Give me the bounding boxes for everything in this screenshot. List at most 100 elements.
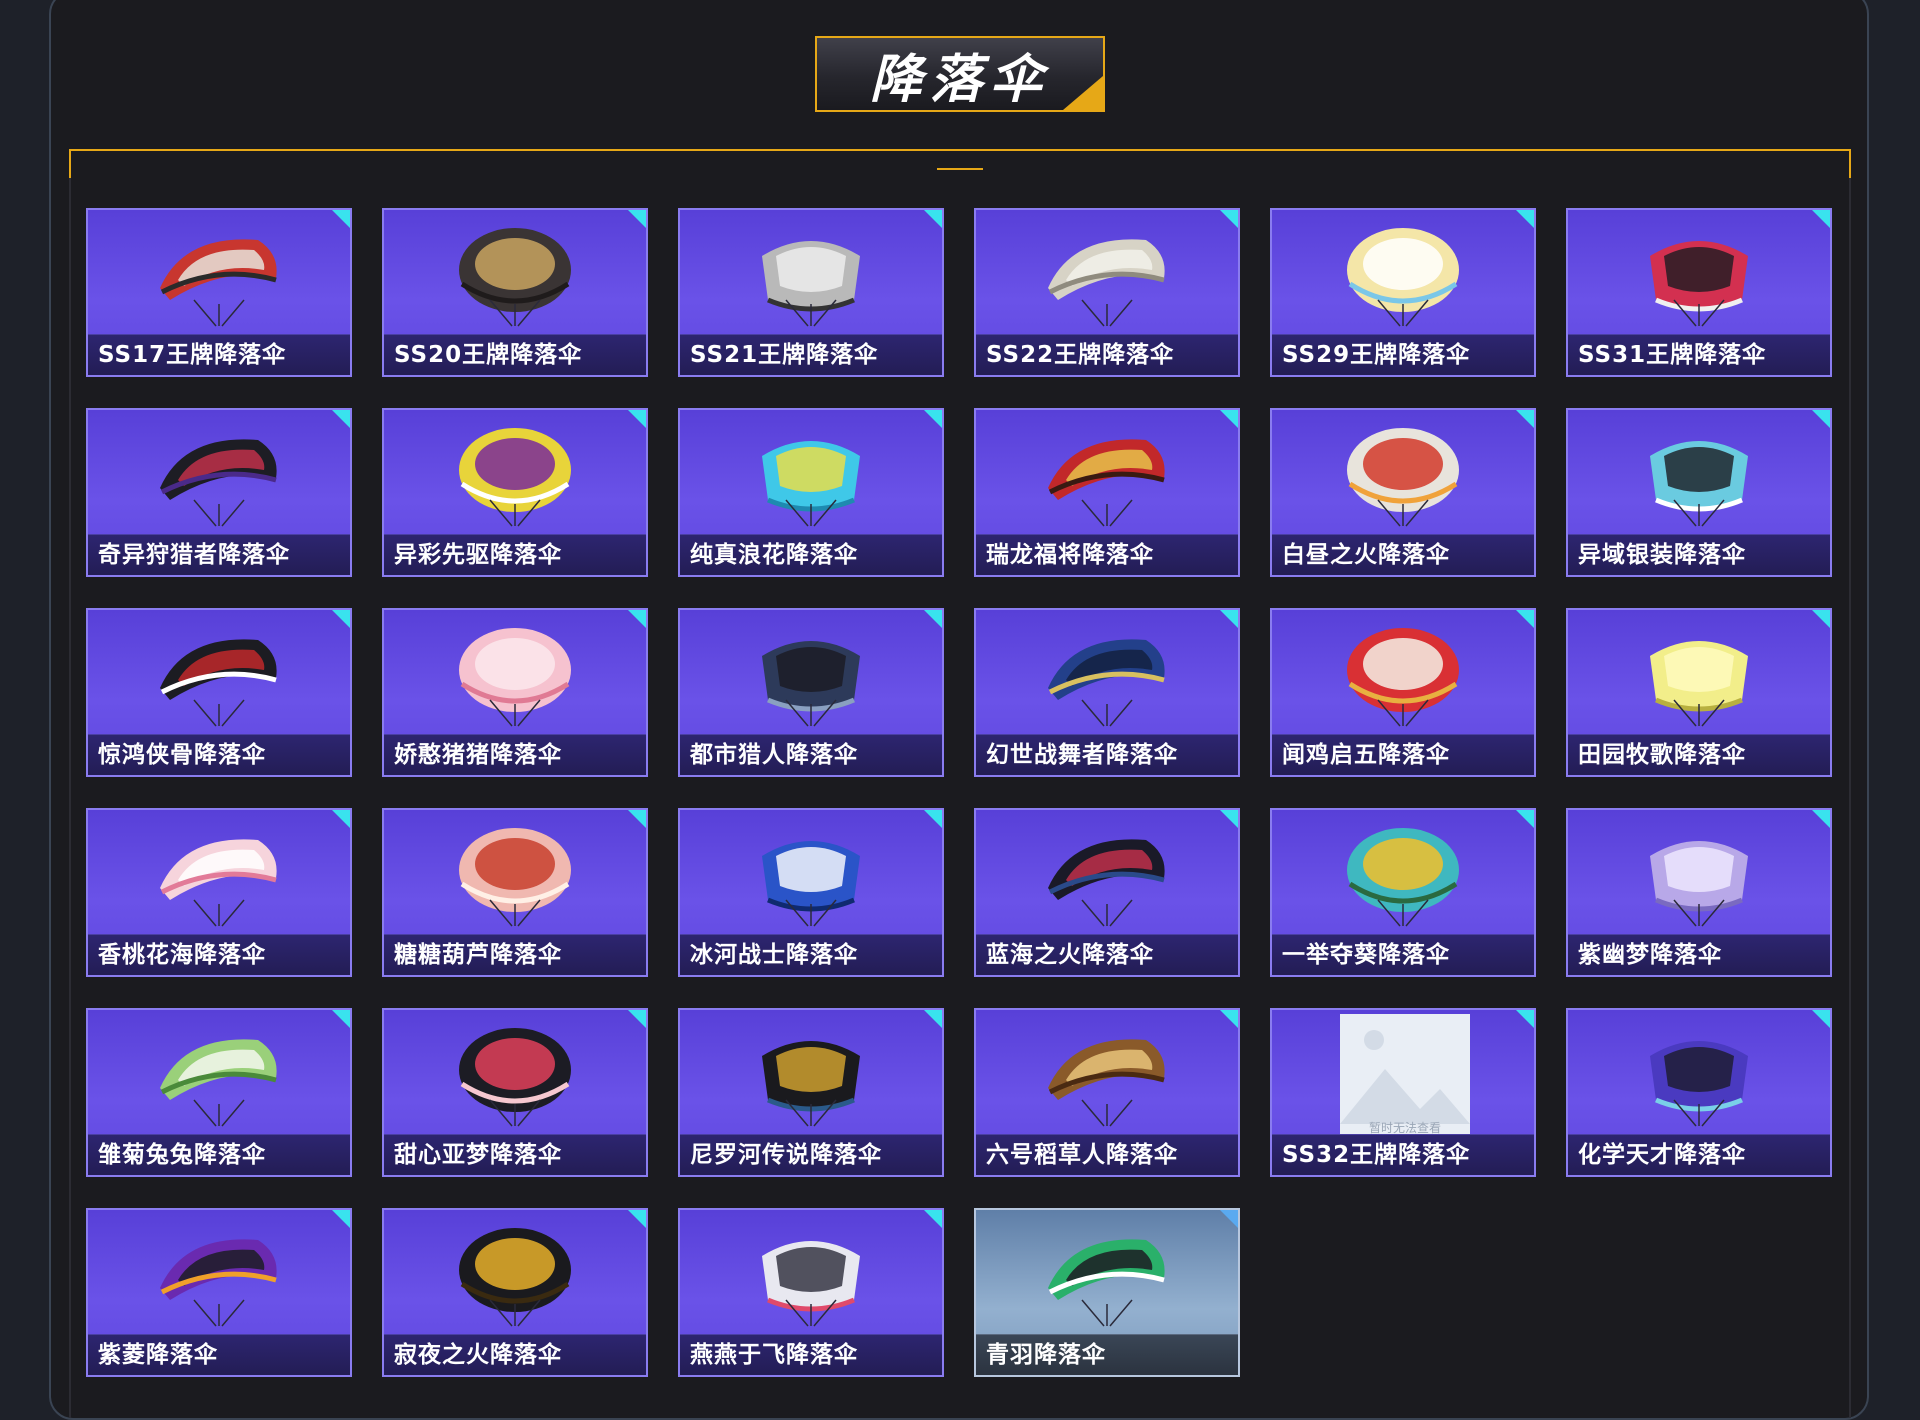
parachute-card[interactable]: 纯真浪花降落伞 [678, 408, 944, 577]
card-corner-marker [332, 810, 350, 828]
parachute-name: 幻世战舞者降落伞 [986, 742, 1178, 768]
parachute-canopy-icon [1347, 228, 1459, 327]
parachute-name: SS17王牌降落伞 [98, 342, 287, 368]
parachute-card[interactable]: 糖糖葫芦降落伞 [382, 808, 648, 977]
card-corner-marker [1220, 1010, 1238, 1028]
card-corner-marker [628, 1010, 646, 1028]
parachute-name: 瑞龙福将降落伞 [986, 542, 1154, 568]
parachute-card[interactable]: 蓝海之火降落伞 [974, 808, 1240, 977]
parachute-card[interactable]: 紫菱降落伞 [86, 1208, 352, 1377]
parachute-card[interactable]: 尼罗河传说降落伞 [678, 1008, 944, 1177]
parachute-canopy-icon [160, 1239, 277, 1327]
parachute-card[interactable]: 化学天才降落伞 [1566, 1008, 1832, 1177]
parachute-canopy-icon [762, 841, 860, 927]
parachute-name: 白昼之火降落伞 [1282, 542, 1450, 568]
parachute-canopy-icon [160, 239, 277, 327]
parachute-card[interactable]: SS21王牌降落伞 [678, 208, 944, 377]
parachute-card[interactable]: 都市猎人降落伞 [678, 608, 944, 777]
parachute-card[interactable]: 暂时无法查看 SS32王牌降落伞 [1270, 1008, 1536, 1177]
card-corner-marker [1220, 610, 1238, 628]
parachute-name: SS20王牌降落伞 [394, 342, 583, 368]
parachute-card[interactable]: SS22王牌降落伞 [974, 208, 1240, 377]
parachute-card[interactable]: 紫幽梦降落伞 [1566, 808, 1832, 977]
parachute-name: 异彩先驱降落伞 [394, 542, 562, 568]
card-corner-marker [924, 810, 942, 828]
parachute-card[interactable]: 娇憨猪猪降落伞 [382, 608, 648, 777]
parachute-card[interactable]: 一举夺葵降落伞 [1270, 808, 1536, 977]
parachute-canopy-icon [1347, 628, 1459, 727]
parachute-name: 异域银装降落伞 [1578, 542, 1746, 568]
parachute-name: SS22王牌降落伞 [986, 342, 1175, 368]
parachute-card[interactable]: 甜心亚梦降落伞 [382, 1008, 648, 1177]
parachute-name: 田园牧歌降落伞 [1578, 742, 1746, 768]
parachute-name: 惊鸿侠骨降落伞 [98, 742, 266, 768]
parachute-card[interactable]: 幻世战舞者降落伞 [974, 608, 1240, 777]
parachute-name: SS21王牌降落伞 [690, 342, 879, 368]
parachute-name: 都市猎人降落伞 [690, 742, 858, 768]
card-corner-marker [1812, 810, 1830, 828]
parachute-canopy-icon [1650, 441, 1748, 527]
parachute-card[interactable]: 青羽降落伞 [974, 1208, 1240, 1377]
parachute-name: 六号稻草人降落伞 [986, 1142, 1178, 1168]
card-corner-marker [1812, 610, 1830, 628]
parachute-canopy-icon [1650, 841, 1748, 927]
parachute-name: 冰河战士降落伞 [690, 942, 858, 968]
parachute-canopy-icon [1048, 1239, 1165, 1327]
card-corner-marker [628, 1210, 646, 1228]
card-corner-marker [1516, 610, 1534, 628]
parachute-name: 紫菱降落伞 [98, 1342, 218, 1368]
card-corner-marker [1516, 210, 1534, 228]
parachute-card[interactable]: 惊鸿侠骨降落伞 [86, 608, 352, 777]
parachute-canopy-icon [459, 1028, 571, 1127]
parachute-card[interactable]: 燕燕于飞降落伞 [678, 1208, 944, 1377]
parachute-card[interactable]: 异域银装降落伞 [1566, 408, 1832, 577]
parachute-canopy-icon [1650, 1041, 1748, 1127]
parachute-card[interactable]: 雏菊兔兔降落伞 [86, 1008, 352, 1177]
card-corner-marker [1220, 210, 1238, 228]
parachute-canopy-icon [459, 628, 571, 727]
card-corner-marker [332, 210, 350, 228]
parachute-card[interactable]: 寂夜之火降落伞 [382, 1208, 648, 1377]
panel-top-border [69, 149, 1851, 179]
parachute-card[interactable]: 白昼之火降落伞 [1270, 408, 1536, 577]
parachute-card[interactable]: 奇异狩猎者降落伞 [86, 408, 352, 577]
parachute-card[interactable]: SS29王牌降落伞 [1270, 208, 1536, 377]
parachute-canopy-icon [762, 1241, 860, 1327]
parachute-canopy-icon [1048, 1039, 1165, 1127]
parachute-card[interactable]: 闻鸡启五降落伞 [1270, 608, 1536, 777]
card-corner-marker [1516, 1010, 1534, 1028]
card-corner-marker [1220, 410, 1238, 428]
parachute-card[interactable]: 冰河战士降落伞 [678, 808, 944, 977]
parachute-card[interactable]: 异彩先驱降落伞 [382, 408, 648, 577]
parachute-card[interactable]: SS31王牌降落伞 [1566, 208, 1832, 377]
parachute-name: 燕燕于飞降落伞 [690, 1342, 858, 1368]
parachute-canopy-icon [1048, 439, 1165, 527]
parachute-card[interactable]: SS17王牌降落伞 [86, 208, 352, 377]
parachute-canopy-icon [459, 228, 571, 327]
card-corner-marker [332, 610, 350, 628]
card-corner-marker [924, 610, 942, 628]
parachute-name: 化学天才降落伞 [1578, 1142, 1746, 1168]
parachute-canopy-icon [1347, 828, 1459, 927]
parachute-card[interactable]: SS20王牌降落伞 [382, 208, 648, 377]
card-corner-marker [628, 210, 646, 228]
parachute-name: SS31王牌降落伞 [1578, 342, 1767, 368]
parachute-canopy-icon [762, 241, 860, 327]
parachute-name: 青羽降落伞 [986, 1342, 1106, 1368]
parachute-canopy-icon [459, 828, 571, 927]
parachute-canopy-icon [762, 441, 860, 527]
parachute-card[interactable]: 香桃花海降落伞 [86, 808, 352, 977]
parachute-card[interactable]: 瑞龙福将降落伞 [974, 408, 1240, 577]
parachute-canopy-icon [1650, 641, 1748, 727]
parachute-canopy-icon [1048, 239, 1165, 327]
card-corner-marker [1516, 810, 1534, 828]
card-corner-marker [924, 410, 942, 428]
card-corner-marker [628, 610, 646, 628]
parachute-name: 娇憨猪猪降落伞 [394, 742, 562, 768]
parachute-card[interactable]: 六号稻草人降落伞 [974, 1008, 1240, 1177]
parachute-grid: SS17王牌降落伞 SS20王牌降落伞 SS21王牌降落伞 SS22王牌降落伞 SS29… [86, 208, 1834, 1377]
parachute-canopy-icon [160, 439, 277, 527]
card-corner-marker [628, 410, 646, 428]
card-corner-marker [1220, 1210, 1238, 1228]
parachute-card[interactable]: 田园牧歌降落伞 [1566, 608, 1832, 777]
